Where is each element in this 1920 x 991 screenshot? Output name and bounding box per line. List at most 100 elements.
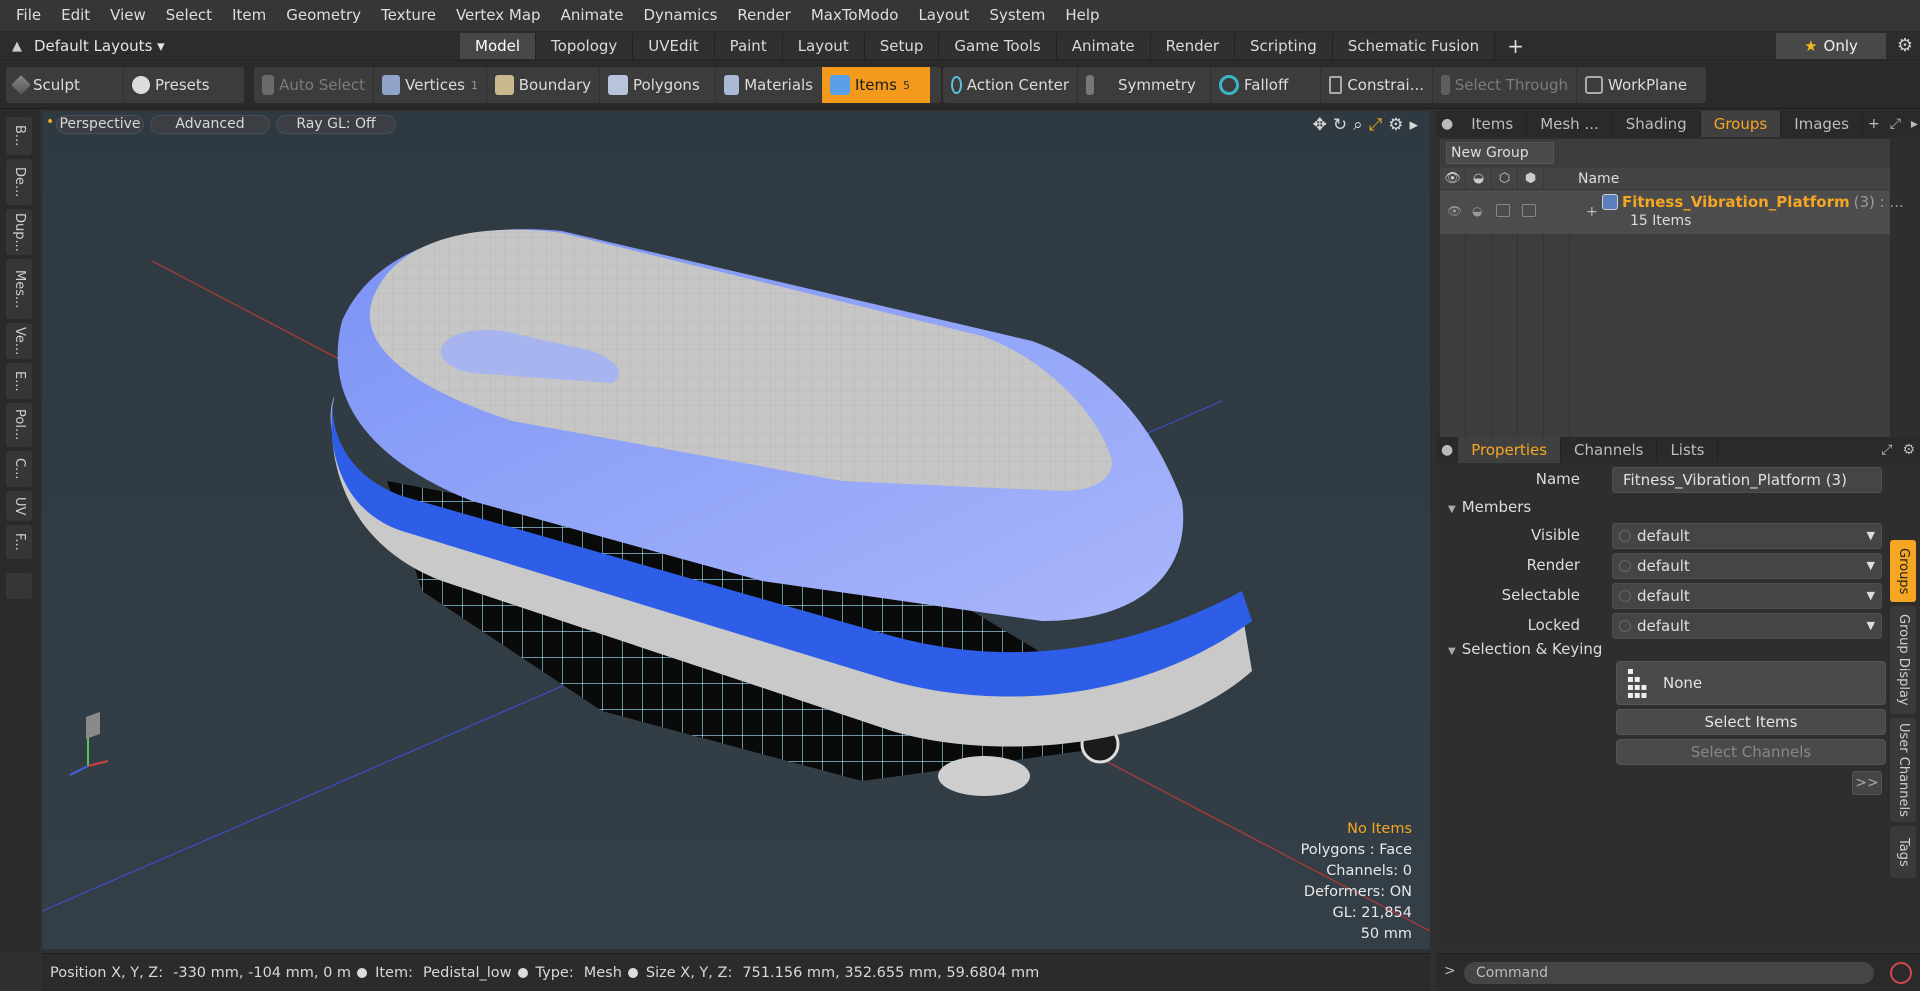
- row-eye-icon[interactable]: 👁: [1447, 204, 1462, 218]
- left-tab-6[interactable]: Pol...: [6, 403, 32, 447]
- tab-scripting[interactable]: Scripting: [1235, 33, 1333, 59]
- lock-cube-icon[interactable]: ⬢: [1518, 168, 1544, 190]
- left-tab-extra[interactable]: [6, 573, 32, 599]
- tab-uvedit[interactable]: UVEdit: [633, 33, 715, 59]
- render-dropdown[interactable]: default ▼: [1612, 553, 1882, 579]
- panel-menu-icon[interactable]: ▸: [1906, 116, 1920, 132]
- tab-schematic-fusion[interactable]: Schematic Fusion: [1332, 33, 1496, 59]
- prop-tab-lists[interactable]: Lists: [1657, 437, 1719, 463]
- panel-tab-images[interactable]: Images: [1781, 111, 1863, 137]
- left-tab-2[interactable]: Dup...: [6, 209, 32, 255]
- tab-paint[interactable]: Paint: [714, 33, 783, 59]
- materials-button[interactable]: Materials: [716, 67, 822, 103]
- left-tab-7[interactable]: C...: [6, 451, 32, 487]
- select-cube-icon[interactable]: ⬡: [1492, 168, 1518, 190]
- expand-plus-icon[interactable]: +: [1586, 204, 1598, 220]
- raygl-button[interactable]: Ray GL: Off: [276, 115, 396, 134]
- 3d-viewport[interactable]: • Perspective Advanced Ray GL: Off ✥ ↻ ⌕…: [42, 111, 1430, 949]
- menu-item-file[interactable]: File: [6, 0, 51, 31]
- left-tab-8[interactable]: UV: [6, 491, 32, 521]
- left-tab-4[interactable]: Ve...: [6, 323, 32, 359]
- panel-tab-items[interactable]: Items: [1458, 111, 1528, 137]
- falloff-button[interactable]: Falloff: [1211, 67, 1321, 103]
- side-tab-groups[interactable]: Groups: [1890, 540, 1916, 602]
- selectable-dropdown[interactable]: default ▼: [1612, 583, 1882, 609]
- prop-tab-channels[interactable]: Channels: [1561, 437, 1658, 463]
- left-tab-0[interactable]: B...: [6, 117, 32, 155]
- menu-item-dynamics[interactable]: Dynamics: [633, 0, 727, 31]
- symmetry-button[interactable]: Symmetry: [1078, 67, 1211, 103]
- zoom-view-icon[interactable]: ⌕: [1353, 115, 1363, 135]
- panel-tab-mesh-[interactable]: Mesh ...: [1527, 111, 1613, 137]
- auto-select-button[interactable]: Auto Select: [254, 67, 374, 103]
- tab-game-tools[interactable]: Game Tools: [939, 33, 1057, 59]
- menu-item-geometry[interactable]: Geometry: [276, 0, 371, 31]
- workplane-button[interactable]: WorkPlane: [1577, 67, 1706, 103]
- move-view-icon[interactable]: ✥: [1313, 115, 1327, 135]
- select-items-button[interactable]: Select Items: [1616, 709, 1886, 735]
- menu-item-vertex-map[interactable]: Vertex Map: [446, 0, 551, 31]
- select-through-button[interactable]: Select Through: [1433, 67, 1577, 103]
- menu-item-system[interactable]: System: [979, 0, 1055, 31]
- row-select-checkbox[interactable]: [1496, 204, 1510, 217]
- menu-item-render[interactable]: Render: [727, 0, 800, 31]
- command-input[interactable]: Command: [1464, 962, 1874, 984]
- perspective-button[interactable]: Perspective: [56, 115, 144, 134]
- panel-tab-groups[interactable]: Groups: [1700, 111, 1782, 137]
- menu-item-texture[interactable]: Texture: [371, 0, 446, 31]
- menu-item-help[interactable]: Help: [1055, 0, 1109, 31]
- tab-layout[interactable]: Layout: [782, 33, 865, 59]
- visibility-eye-icon[interactable]: 👁: [1440, 168, 1466, 190]
- selection-keying-section[interactable]: ▼ Selection & Keying: [1448, 638, 1602, 660]
- advanced-button[interactable]: Advanced: [150, 115, 270, 134]
- presets-button[interactable]: Presets: [124, 67, 240, 103]
- sculpt-button[interactable]: Sculpt: [6, 67, 124, 103]
- boundary-button[interactable]: Boundary: [487, 67, 600, 103]
- layout-selector[interactable]: Default Layouts ▾: [34, 37, 165, 55]
- gear-icon[interactable]: ⚙: [1892, 33, 1918, 59]
- tab-animate[interactable]: Animate: [1056, 33, 1151, 59]
- add-panel-tab-icon[interactable]: +: [1863, 116, 1885, 132]
- gear-icon[interactable]: ⚙: [1897, 442, 1920, 458]
- panel-tab-shading[interactable]: Shading: [1613, 111, 1701, 137]
- layout-up-icon[interactable]: ▲: [0, 39, 34, 54]
- maximize-icon[interactable]: ⤢: [1885, 116, 1906, 132]
- menu-item-edit[interactable]: Edit: [51, 0, 100, 31]
- render-icon[interactable]: ◒: [1466, 168, 1492, 190]
- only-toggle[interactable]: ★ Only: [1776, 33, 1886, 59]
- menu-item-layout[interactable]: Layout: [908, 0, 979, 31]
- side-tab-tags[interactable]: Tags: [1890, 826, 1916, 878]
- keying-none-button[interactable]: ▪ ▪▪ ▪▪▪ ▪▪▪ None: [1616, 661, 1886, 705]
- name-field[interactable]: Fitness_Vibration_Platform (3): [1612, 467, 1882, 493]
- more-button[interactable]: >>: [1852, 771, 1882, 795]
- new-group-button[interactable]: New Group: [1446, 142, 1554, 164]
- left-tab-3[interactable]: Mes...: [6, 259, 32, 319]
- menu-item-maxtomodo[interactable]: MaxToModo: [801, 0, 909, 31]
- group-row[interactable]: 👁 ◒ + Fitness_Vibration_Platform (3) : ..…: [1440, 190, 1904, 234]
- tab-setup[interactable]: Setup: [864, 33, 940, 59]
- rotate-view-icon[interactable]: ↻: [1333, 115, 1347, 135]
- menu-item-animate[interactable]: Animate: [551, 0, 634, 31]
- maximize-icon[interactable]: ⤢: [1876, 442, 1897, 458]
- polygons-button[interactable]: Polygons: [600, 67, 716, 103]
- menu-item-item[interactable]: Item: [222, 0, 276, 31]
- items-button[interactable]: Items 5: [822, 67, 930, 103]
- prop-tab-properties[interactable]: Properties: [1458, 437, 1562, 463]
- row-render-icon[interactable]: ◒: [1472, 204, 1482, 218]
- viewport-expand-icon[interactable]: ▸: [1409, 115, 1418, 135]
- add-tab-icon[interactable]: +: [1495, 33, 1536, 59]
- side-tab-user-channels[interactable]: User Channels: [1890, 718, 1916, 822]
- visible-dropdown[interactable]: default ▼: [1612, 523, 1882, 549]
- tab-render[interactable]: Render: [1150, 33, 1236, 59]
- tab-topology[interactable]: Topology: [536, 33, 634, 59]
- locked-dropdown[interactable]: default ▼: [1612, 613, 1882, 639]
- row-lock-checkbox[interactable]: [1522, 204, 1536, 217]
- record-icon[interactable]: [1890, 962, 1912, 984]
- members-section[interactable]: ▼ Members: [1448, 496, 1531, 518]
- menu-item-view[interactable]: View: [100, 0, 156, 31]
- viewport-settings-icon[interactable]: ⚙: [1388, 115, 1403, 135]
- menu-item-select[interactable]: Select: [156, 0, 222, 31]
- vertices-button[interactable]: Vertices 1: [374, 67, 487, 103]
- action-center-button[interactable]: Action Center: [943, 67, 1078, 103]
- left-tab-9[interactable]: F...: [6, 525, 32, 559]
